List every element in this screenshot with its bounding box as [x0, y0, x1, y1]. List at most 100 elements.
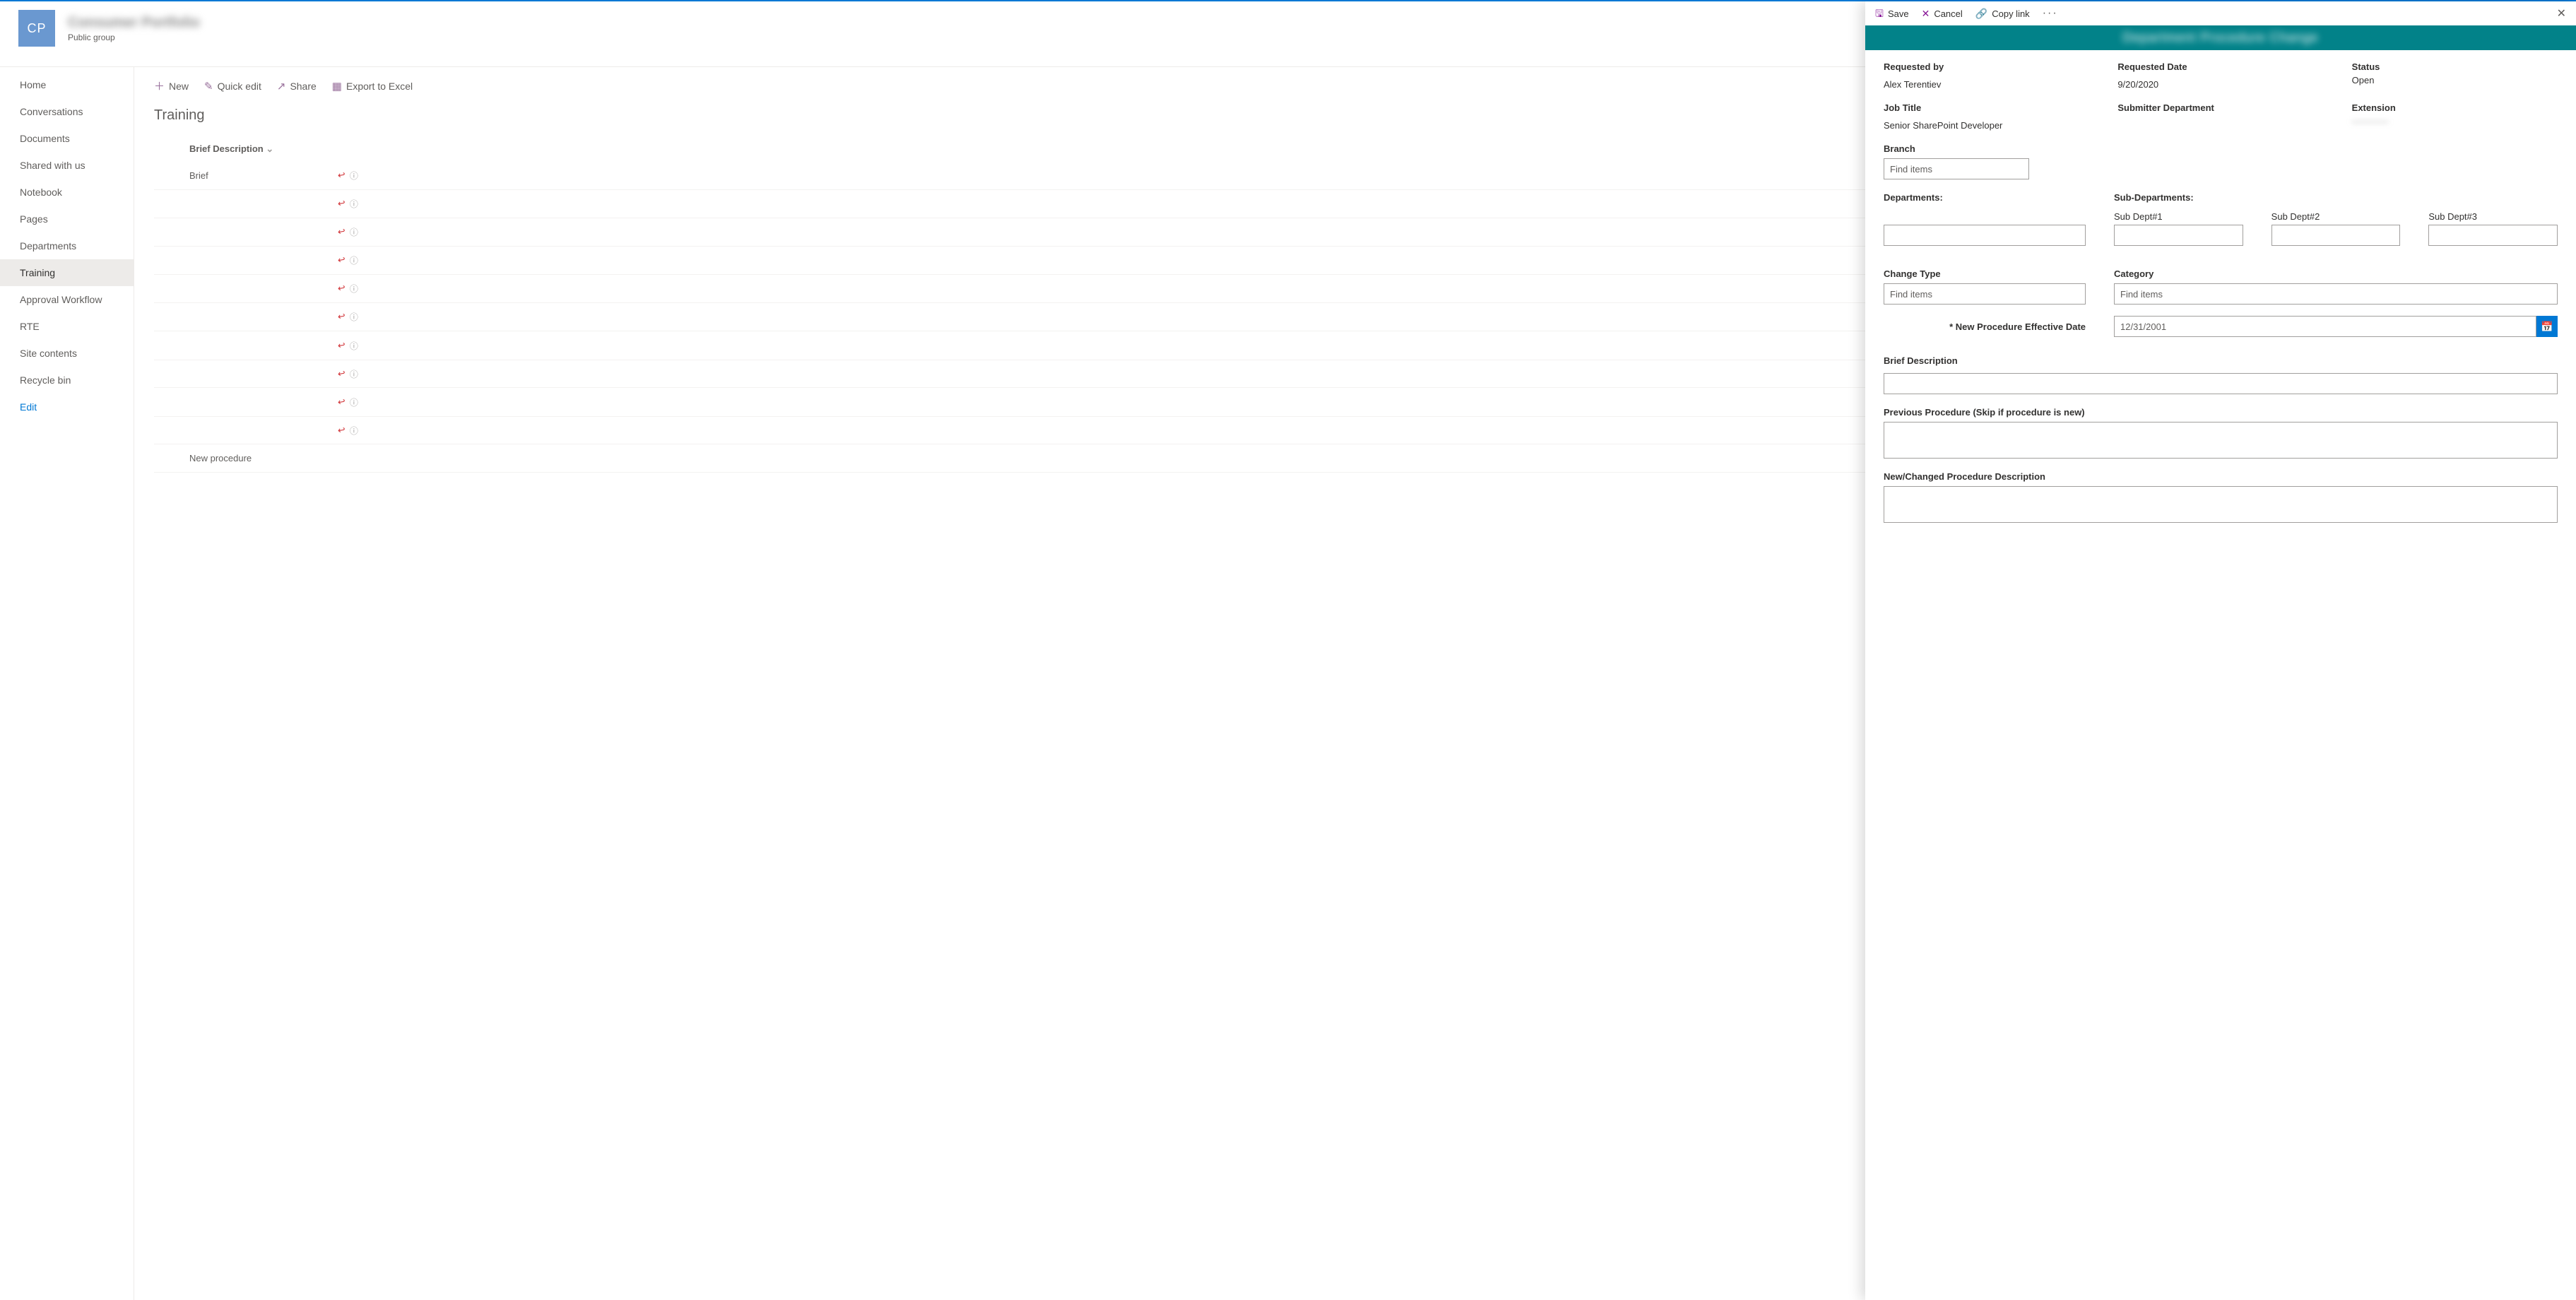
- copy-link-label: Copy link: [1992, 8, 2029, 19]
- sub-dept2-label: Sub Dept#2: [2271, 211, 2401, 222]
- export-button[interactable]: ▦Export to Excel: [332, 80, 413, 93]
- link-icon: 🔗: [1975, 8, 1987, 18]
- site-subtitle: Public group: [68, 32, 200, 42]
- info-icon: ⓘ: [350, 425, 358, 437]
- share-status-icon: ↩: [337, 396, 347, 409]
- departments-label: Departments:: [1884, 192, 2086, 203]
- quick-edit-label: Quick edit: [218, 81, 261, 92]
- panel-command-bar: 🖫 Save ✕ Cancel 🔗 Copy link ··· ✕: [1865, 1, 2576, 25]
- info-icon: ⓘ: [350, 340, 358, 352]
- effective-date-input[interactable]: [2114, 316, 2536, 337]
- calendar-icon: 📅: [2541, 321, 2553, 333]
- export-label: Export to Excel: [346, 81, 413, 92]
- departments-spacer: [1884, 211, 2086, 222]
- sub-dept1-dropdown[interactable]: [2114, 225, 2243, 246]
- share-status-icon: ↩: [337, 310, 347, 324]
- sub-dept2-dropdown[interactable]: [2271, 225, 2401, 246]
- save-label: Save: [1888, 8, 1909, 19]
- info-icon: ⓘ: [350, 396, 358, 408]
- new-button[interactable]: ＋ New: [154, 78, 189, 93]
- nav-recycle-bin[interactable]: Recycle bin: [0, 367, 134, 394]
- plus-icon: ＋: [154, 78, 165, 93]
- nav-shared[interactable]: Shared with us: [0, 152, 134, 179]
- cell-brief: Brief: [154, 170, 338, 181]
- effective-date-label: * New Procedure Effective Date: [1884, 321, 2086, 332]
- nav-approval-workflow[interactable]: Approval Workflow: [0, 286, 134, 313]
- more-button[interactable]: ···: [2043, 7, 2058, 20]
- pencil-icon: ✎: [204, 80, 213, 93]
- share-status-icon: ↩: [337, 197, 347, 211]
- branch-dropdown[interactable]: Find items: [1884, 158, 2029, 179]
- col-brief-description[interactable]: Brief Description ⌄: [154, 143, 338, 155]
- submitter-department-label: Submitter Department: [2117, 102, 2323, 113]
- extension-value: ————: [2352, 116, 2558, 126]
- change-type-label: Change Type: [1884, 268, 2086, 279]
- copy-link-button[interactable]: 🔗 Copy link: [1975, 8, 2030, 19]
- share-status-icon: ↩: [337, 254, 347, 267]
- previous-procedure-input[interactable]: [1884, 422, 2558, 459]
- requested-date-label: Requested Date: [2117, 61, 2323, 72]
- share-status-icon: ↩: [337, 225, 347, 239]
- new-procedure-input[interactable]: [1884, 486, 2558, 523]
- job-title-value: Senior SharePoint Developer: [1884, 120, 2089, 131]
- branch-placeholder: Find items: [1890, 164, 1932, 175]
- nav-pages[interactable]: Pages: [0, 206, 134, 232]
- save-icon: 🖫: [1875, 8, 1884, 18]
- brief-description-input[interactable]: [1884, 373, 2558, 394]
- share-status-icon: ↩: [337, 339, 347, 353]
- panel-banner: Department Procedure Change: [1865, 25, 2576, 50]
- sub-dept3-label: Sub Dept#3: [2428, 211, 2558, 222]
- share-button[interactable]: ↗Share: [277, 80, 317, 93]
- sub-dept3-dropdown[interactable]: [2428, 225, 2558, 246]
- departments-dropdown[interactable]: [1884, 225, 2086, 246]
- close-panel-button[interactable]: ✕: [2557, 6, 2566, 20]
- cancel-icon: ✕: [1922, 8, 1930, 18]
- brief-description-label: Brief Description: [1884, 355, 2558, 366]
- nav-edit-link[interactable]: Edit: [0, 394, 134, 420]
- new-label: New: [169, 81, 189, 92]
- nav-documents[interactable]: Documents: [0, 125, 134, 152]
- branch-label: Branch: [1884, 143, 2558, 154]
- nav-home[interactable]: Home: [0, 71, 134, 98]
- requested-date-value: 9/20/2020: [2117, 79, 2323, 90]
- change-type-dropdown[interactable]: Find items: [1884, 283, 2086, 305]
- share-status-icon: ↩: [337, 367, 347, 381]
- nav-notebook[interactable]: Notebook: [0, 179, 134, 206]
- job-title-label: Job Title: [1884, 102, 2089, 113]
- nav-site-contents[interactable]: Site contents: [0, 340, 134, 367]
- site-info: Consumer Portfolio Public group: [68, 15, 200, 42]
- sub-dept1-label: Sub Dept#1: [2114, 211, 2243, 222]
- nav-departments[interactable]: Departments: [0, 232, 134, 259]
- share-status-icon: ↩: [337, 424, 347, 437]
- category-label: Category: [2114, 268, 2558, 279]
- panel-body: Requested by Alex Terentiev Requested Da…: [1865, 50, 2576, 1300]
- info-icon: ⓘ: [350, 368, 358, 380]
- sub-departments-label: Sub-Departments:: [2114, 192, 2558, 203]
- col-brief-label: Brief Description: [189, 143, 264, 154]
- nav-training[interactable]: Training: [0, 259, 134, 286]
- new-procedure-label: New/Changed Procedure Description: [1884, 471, 2558, 482]
- edit-panel: 🖫 Save ✕ Cancel 🔗 Copy link ··· ✕ Departmen…: [1865, 1, 2576, 1300]
- cancel-label: Cancel: [1934, 8, 1962, 19]
- nav-rte[interactable]: RTE: [0, 313, 134, 340]
- quick-edit-button[interactable]: ✎ Quick edit: [204, 80, 261, 93]
- cancel-button[interactable]: ✕ Cancel: [1922, 8, 1963, 19]
- info-icon: ⓘ: [350, 226, 358, 238]
- banner-title: Department Procedure Change: [2122, 30, 2318, 45]
- extension-label: Extension: [2352, 102, 2558, 113]
- site-title: Consumer Portfolio: [68, 15, 200, 31]
- info-icon: ⓘ: [350, 170, 358, 182]
- share-status-icon: ↩: [337, 169, 347, 182]
- date-picker-button[interactable]: 📅: [2536, 316, 2558, 337]
- info-icon: ⓘ: [350, 283, 358, 295]
- info-icon: ⓘ: [350, 198, 358, 210]
- info-icon: ⓘ: [350, 254, 358, 266]
- chevron-down-icon: ⌄: [266, 143, 273, 154]
- info-icon: ⓘ: [350, 311, 358, 323]
- category-placeholder: Find items: [2120, 289, 2163, 300]
- save-button[interactable]: 🖫 Save: [1875, 8, 1909, 19]
- category-dropdown[interactable]: Find items: [2114, 283, 2558, 305]
- left-nav: Home Conversations Documents Shared with…: [0, 66, 134, 1300]
- nav-conversations[interactable]: Conversations: [0, 98, 134, 125]
- share-icon: ↗: [277, 80, 286, 93]
